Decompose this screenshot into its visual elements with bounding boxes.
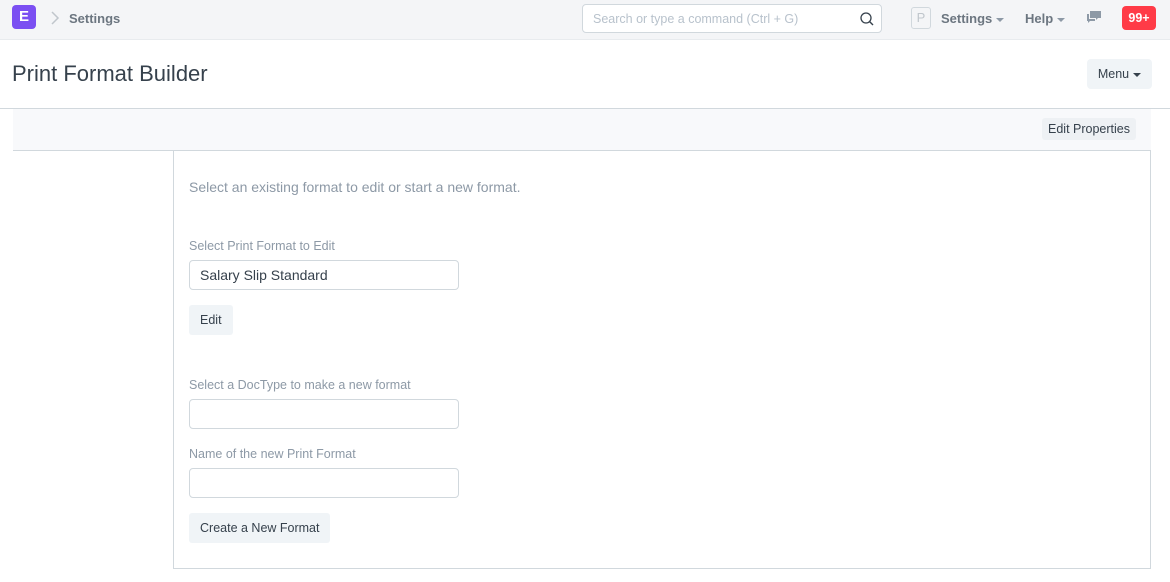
edit-button[interactable]: Edit [189,305,233,335]
doctype-label: Select a DocType to make a new format [189,378,411,392]
search-input[interactable] [583,5,843,32]
settings-dropdown[interactable]: Settings [941,11,1005,26]
caret-down-icon [1057,17,1066,22]
menu-button[interactable]: Menu [1087,59,1152,89]
create-new-format-button[interactable]: Create a New Format [189,513,331,543]
caret-down-icon [996,17,1005,22]
help-dropdown-label: Help [1025,11,1054,26]
chevron-right-icon [51,11,60,25]
app-logo[interactable]: E [12,5,36,29]
toolbar: Edit Properties [13,109,1151,151]
menu-button-label: Menu [1097,67,1130,81]
navbar: E Settings P Settings Help 99+ [0,0,1170,40]
user-avatar[interactable]: P [911,7,931,29]
new-format-name-label: Name of the new Print Format [189,447,356,461]
caret-down-icon [1133,72,1142,77]
page-title: Print Format Builder [12,61,208,86]
new-format-name-input[interactable] [189,468,459,498]
chat-icon[interactable] [1086,10,1102,24]
notifications-badge[interactable]: 99+ [1122,6,1156,30]
search-bar[interactable] [582,4,882,33]
edit-properties-button[interactable]: Edit Properties [1042,118,1136,140]
intro-text: Select an existing format to edit or sta… [189,179,521,195]
select-format-input[interactable] [189,260,459,290]
help-dropdown[interactable]: Help [1025,11,1066,26]
select-format-label: Select Print Format to Edit [189,239,335,253]
settings-dropdown-label: Settings [941,11,993,26]
search-icon[interactable] [859,11,875,27]
breadcrumb-settings[interactable]: Settings [69,11,120,26]
builder-panel: Select an existing format to edit or sta… [173,151,1151,569]
doctype-input[interactable] [189,399,459,429]
